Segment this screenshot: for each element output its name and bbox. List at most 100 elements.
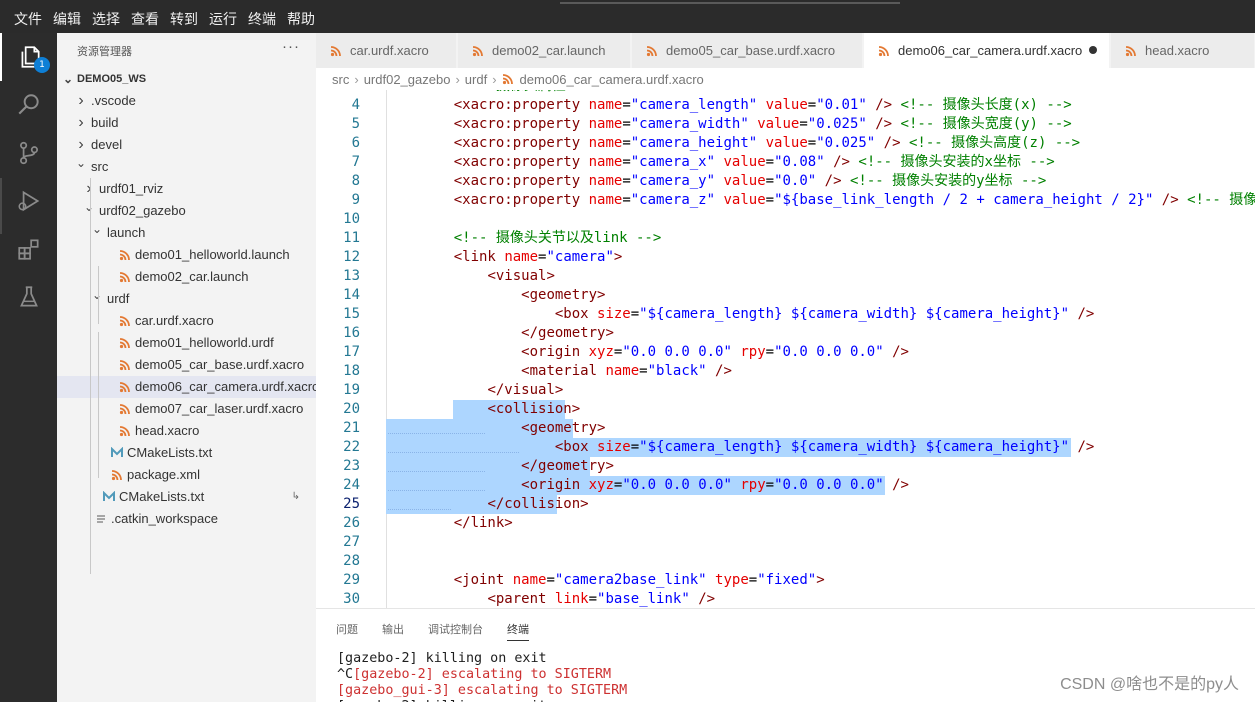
search-activity-button[interactable]: [0, 81, 57, 129]
tree-item-label: src: [91, 159, 109, 174]
code-line: <xacro:property name="camera_y" value="0…: [453, 173, 1047, 189]
code-editor[interactable]: <!-- 摄像头属性 -->4 <xacro:property name="ca…: [316, 90, 1255, 608]
code-line: <box size="${camera_length} ${camera_wid…: [554, 306, 1095, 322]
tree-item[interactable]: demo01_helloworld.urdf: [57, 332, 316, 354]
editor-tabs: car.urdf.xacro demo02_car.launch demo05_ca…: [316, 33, 1255, 68]
tree-item[interactable]: .catkin_workspace: [57, 508, 316, 530]
menu-item[interactable]: 帮助: [287, 9, 315, 29]
explorer-title: 资源管理器: [77, 46, 132, 58]
code-line: </geometry>: [521, 458, 614, 474]
tree-item[interactable]: head.xacro: [57, 420, 316, 442]
tree-item[interactable]: › urdf01_rviz: [57, 178, 316, 200]
menu-item[interactable]: 终端: [248, 9, 276, 29]
code-line: <collision>: [487, 401, 581, 417]
menu-item[interactable]: 运行: [209, 9, 237, 29]
chevron-down-icon: ⌄: [91, 222, 103, 236]
rss-file-icon: [111, 470, 122, 481]
explorer-activity-button[interactable]: 1: [0, 33, 57, 81]
breadcrumb-item[interactable]: urdf: [465, 72, 487, 87]
line-number: 28: [343, 553, 360, 569]
code-line: <origin xyz="0.0 0.0 0.0" rpy="0.0 0.0 0…: [521, 344, 909, 360]
code-line: </geometry>: [521, 325, 614, 341]
editor-tab[interactable]: demo02_car.launch: [458, 33, 631, 68]
line-number: 13: [343, 268, 360, 284]
panel-tab[interactable]: 问题: [336, 621, 358, 637]
line-number: 12: [343, 249, 360, 265]
breadcrumb-item[interactable]: demo06_car_camera.urdf.xacro: [520, 72, 704, 87]
breadcrumb-item[interactable]: urdf02_gazebo: [364, 72, 451, 87]
run-debug-activity-button[interactable]: [0, 177, 57, 225]
extensions-activity-button[interactable]: [0, 225, 57, 273]
tree-item[interactable]: › .vscode: [57, 90, 316, 112]
tree-item[interactable]: package.xml: [57, 464, 316, 486]
markdown-file-icon: [111, 447, 123, 457]
editor-tab[interactable]: car.urdf.xacro: [316, 33, 457, 68]
tree-item-label: head.xacro: [135, 423, 200, 438]
chevron-right-icon: ›: [492, 71, 497, 87]
panel-tab[interactable]: 输出: [382, 621, 404, 637]
terminal-text: [gazebo-2] killing on exit: [337, 651, 547, 666]
chevron-down-icon: ⌄: [75, 156, 87, 170]
tree-item[interactable]: demo05_car_base.urdf.xacro: [57, 354, 316, 376]
panel-tab[interactable]: 调试控制台: [428, 621, 483, 637]
line-number: 19: [343, 382, 360, 398]
tree-item[interactable]: car.urdf.xacro: [57, 310, 316, 332]
source-control-activity-button[interactable]: [0, 129, 57, 177]
breadcrumb-item[interactable]: src: [332, 72, 349, 87]
rss-file-icon: [330, 45, 341, 56]
tree-item[interactable]: ⌄ launch: [57, 222, 316, 244]
terminal-line: [gazebo_gui-3] escalating to SIGTERM: [337, 683, 627, 699]
tree-item[interactable]: ⌄ src: [57, 156, 316, 178]
chevron-down-icon: ⌄: [91, 288, 103, 302]
tree-item-label: demo01_helloworld.urdf: [135, 335, 274, 350]
menu-item[interactable]: 选择: [92, 9, 120, 29]
line-number: 21: [343, 420, 360, 436]
tree-item[interactable]: CMakeLists.txt ↳: [57, 486, 316, 508]
tree-item-label: demo02_car.launch: [135, 269, 249, 284]
panel-tab[interactable]: 终端: [507, 621, 529, 641]
tree-item-label: demo05_car_base.urdf.xacro: [135, 357, 305, 372]
tree-item[interactable]: ⌄ urdf: [57, 288, 316, 310]
workspace-root[interactable]: ⌄ DEMO05_WS: [57, 68, 316, 90]
tree-item-label: .catkin_workspace: [111, 511, 218, 526]
rss-file-icon: [119, 426, 130, 437]
menu-item[interactable]: 查看: [131, 9, 159, 29]
menu-item[interactable]: 转到: [170, 9, 198, 29]
tab-label: demo02_car.launch: [492, 43, 606, 58]
menu-bar: 文件 编辑 选择 查看 转到 运行 终端 帮助: [0, 0, 1255, 33]
unsaved-dot-icon[interactable]: [1089, 46, 1097, 54]
explorer-badge: 1: [34, 57, 50, 73]
tree-item[interactable]: › build: [57, 112, 316, 134]
tree-item[interactable]: CMakeLists.txt: [57, 442, 316, 464]
line-number: 20: [343, 401, 360, 417]
explorer-more-actions-button[interactable]: ···: [282, 38, 300, 55]
line-number: 9: [351, 192, 360, 208]
editor-tab[interactable]: demo06_car_camera.urdf.xacro: [864, 33, 1110, 68]
chevron-right-icon: ›: [78, 92, 84, 109]
editor-tab[interactable]: demo05_car_base.urdf.xacro: [632, 33, 863, 68]
chevron-down-icon: ⌄: [83, 200, 95, 214]
rss-file-icon: [119, 272, 130, 283]
editor-tab[interactable]: head.xacro: [1111, 33, 1255, 68]
tree-item[interactable]: › devel: [57, 134, 316, 156]
tree-item[interactable]: demo06_car_camera.urdf.xacro: [57, 376, 319, 398]
line-number: 16: [343, 325, 360, 341]
line-number: 14: [343, 287, 360, 303]
activity-scroll-hint: [0, 178, 2, 234]
tree-item[interactable]: demo01_helloworld.launch: [57, 244, 316, 266]
indent-guide: [90, 178, 91, 574]
indent-guide: [98, 332, 99, 478]
tree-item-label: demo07_car_laser.urdf.xacro: [135, 401, 304, 416]
rss-file-icon: [119, 338, 130, 349]
tree-item[interactable]: demo07_car_laser.urdf.xacro: [57, 398, 316, 420]
terminal-text: [gazebo_gui-3] escalating to SIGTERM: [337, 683, 628, 698]
extensions-icon: [17, 239, 39, 260]
rss-file-icon: [119, 316, 130, 327]
line-number: 23: [343, 458, 360, 474]
menu-item[interactable]: 文件: [14, 9, 42, 29]
testing-activity-button[interactable]: [0, 273, 57, 321]
code-line: <!-- 摄像头关节以及link -->: [453, 230, 662, 246]
line-number: 10: [343, 211, 360, 227]
menu-item[interactable]: 编辑: [53, 9, 81, 29]
tab-label: demo05_car_base.urdf.xacro: [666, 43, 836, 58]
